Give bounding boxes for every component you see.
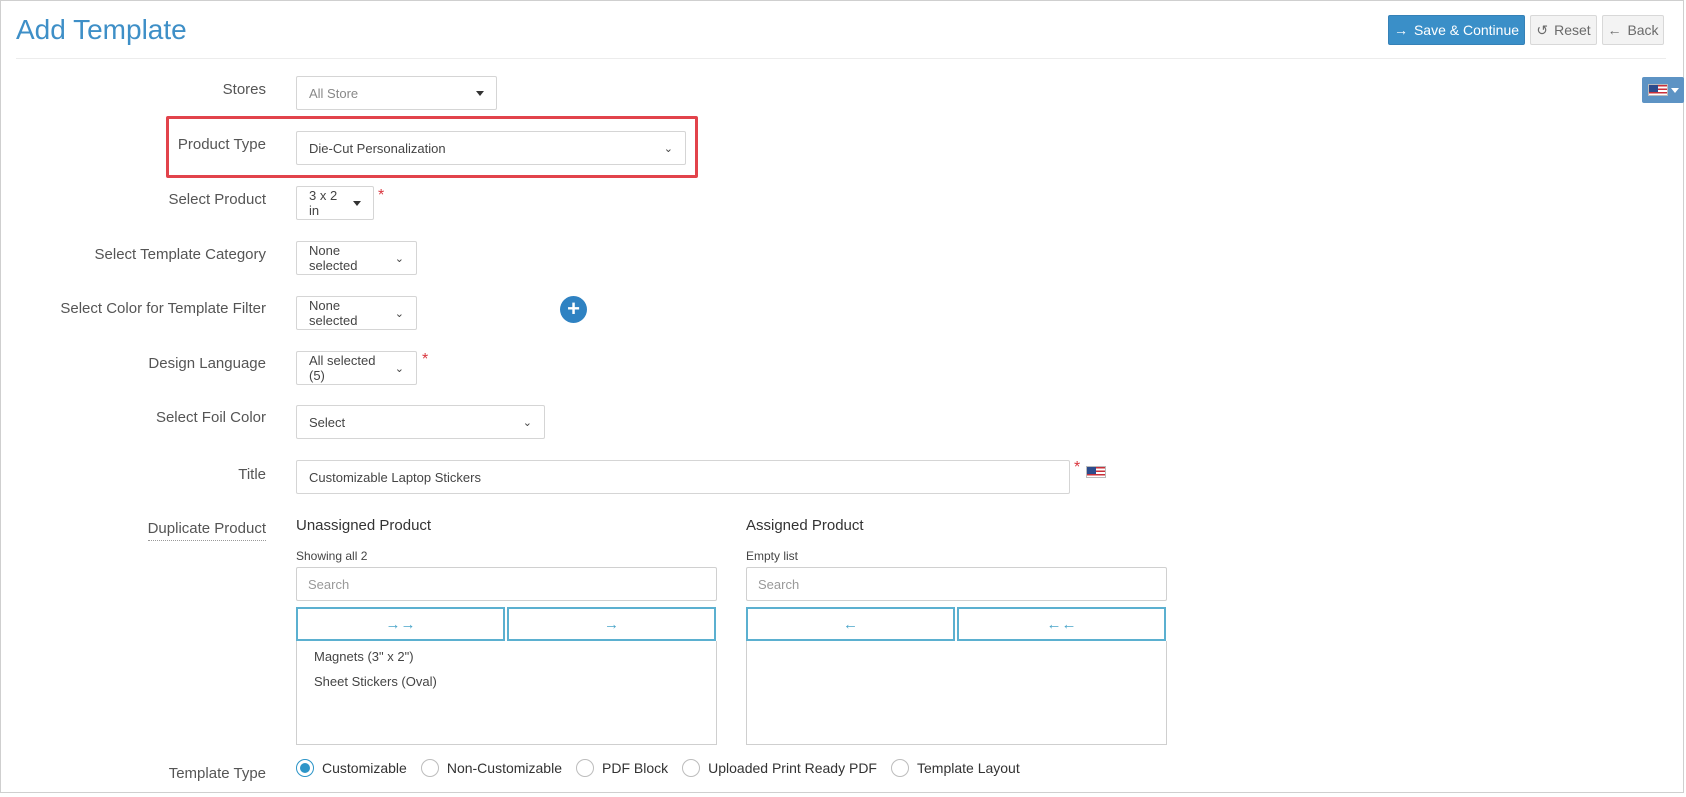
- save-continue-label: Save & Continue: [1413, 22, 1520, 38]
- arrow-left-icon: ←: [1607, 22, 1622, 38]
- template-category-label: Select Template Category: [94, 246, 266, 263]
- page-title: Add Template: [16, 14, 187, 45]
- move-all-button[interactable]: →→: [296, 607, 505, 641]
- radio-label: Template Layout: [917, 760, 1020, 776]
- assigned-info: Empty list: [746, 549, 799, 563]
- assigned-list[interactable]: [746, 641, 1167, 745]
- foil-color-value: Select: [309, 414, 346, 430]
- move-selected-button[interactable]: →: [507, 607, 716, 641]
- save-continue-button[interactable]: → Save & Continue: [1388, 15, 1525, 45]
- reset-button[interactable]: ↺ Reset: [1530, 15, 1597, 45]
- unassigned-search-input[interactable]: Search: [296, 567, 717, 601]
- product-type-select[interactable]: Die-Cut Personalization ⌄: [296, 131, 686, 165]
- reset-label: Reset: [1554, 22, 1591, 38]
- radio-unchecked-icon: [576, 759, 594, 777]
- assigned-heading: Assigned Product: [746, 517, 864, 534]
- select-product-label: Select Product: [168, 191, 266, 208]
- caret-down-icon: [476, 90, 484, 96]
- foil-color-select[interactable]: Select ⌄: [296, 405, 545, 439]
- radio-unchecked-icon: [891, 759, 909, 777]
- design-language-value: All selected (5): [309, 353, 376, 383]
- color-filter-value: None selected: [309, 298, 358, 328]
- title-input[interactable]: Customizable Laptop Stickers: [296, 460, 1070, 494]
- radio-label: PDF Block: [602, 760, 669, 776]
- radio-label: Uploaded Print Ready PDF: [708, 760, 877, 776]
- chevron-down-icon: ⌄: [394, 252, 404, 265]
- radio-customizable[interactable]: Customizable: [296, 759, 407, 777]
- add-color-plus-icon[interactable]: +: [560, 296, 587, 323]
- us-flag-icon: [1648, 84, 1668, 96]
- list-item[interactable]: Magnets (3" x 2"): [297, 641, 716, 666]
- undo-icon: ↺: [1536, 21, 1549, 38]
- list-item[interactable]: Sheet Stickers (Oval): [297, 666, 716, 691]
- radio-label: Non-Customizable: [446, 760, 562, 776]
- template-type-radio-group: Customizable Non-Customizable PDF Block …: [296, 759, 1034, 777]
- us-flag-icon: [1086, 466, 1106, 478]
- remove-all-button[interactable]: ←←: [957, 607, 1166, 641]
- product-type-value: Die-Cut Personalization: [309, 140, 446, 156]
- stores-value: All Store: [309, 85, 359, 101]
- color-filter-label: Select Color for Template Filter: [60, 300, 266, 317]
- unassigned-list[interactable]: Magnets (3" x 2") Sheet Stickers (Oval): [296, 641, 717, 745]
- chevron-down-icon: ⌄: [394, 307, 404, 320]
- required-marker: *: [1074, 459, 1081, 476]
- radio-label: Customizable: [322, 760, 407, 776]
- chevron-down-icon: ⌄: [394, 362, 404, 375]
- arrow-right-icon: →: [1393, 22, 1408, 38]
- select-product-value: 3 x 2 in: [309, 188, 338, 218]
- required-marker: *: [422, 351, 429, 368]
- caret-down-icon: [353, 200, 361, 206]
- unassigned-heading: Unassigned Product: [296, 517, 432, 534]
- design-language-multiselect[interactable]: All selected (5) ⌄: [296, 351, 417, 385]
- back-button[interactable]: ← Back: [1602, 15, 1664, 45]
- foil-color-label: Select Foil Color: [155, 409, 266, 426]
- radio-checked-icon: [296, 759, 314, 777]
- required-marker: *: [378, 187, 385, 204]
- title-input-value: Customizable Laptop Stickers: [309, 469, 481, 485]
- radio-template-layout[interactable]: Template Layout: [891, 759, 1020, 777]
- template-category-multiselect[interactable]: None selected ⌄: [296, 241, 417, 275]
- template-category-value: None selected: [309, 243, 358, 273]
- design-language-label: Design Language: [148, 355, 266, 372]
- radio-unchecked-icon: [420, 759, 439, 777]
- color-filter-multiselect[interactable]: None selected ⌄: [296, 296, 417, 330]
- radio-non-customizable[interactable]: Non-Customizable: [420, 759, 562, 777]
- title-label: Title: [238, 466, 266, 483]
- chevron-down-icon: ⌄: [522, 416, 532, 429]
- product-type-label: Product Type: [177, 136, 266, 153]
- caret-down-icon: [1671, 87, 1679, 93]
- stores-label: Stores: [222, 81, 266, 98]
- unassigned-info: Showing all 2: [296, 549, 368, 563]
- language-dropdown-button[interactable]: [1642, 77, 1684, 103]
- select-product-dropdown[interactable]: 3 x 2 in: [296, 186, 374, 220]
- template-type-label: Template Type: [168, 765, 266, 782]
- duplicate-product-label: Duplicate Product: [147, 520, 266, 541]
- radio-pdf-block[interactable]: PDF Block: [576, 759, 668, 777]
- assigned-search-input[interactable]: Search: [746, 567, 1167, 601]
- title-divider: [16, 58, 1666, 59]
- stores-select[interactable]: All Store: [296, 76, 497, 110]
- remove-selected-button[interactable]: ←: [746, 607, 955, 641]
- chevron-down-icon: ⌄: [663, 142, 673, 155]
- radio-uploaded-print-ready-pdf[interactable]: Uploaded Print Ready PDF: [682, 759, 877, 777]
- back-label: Back: [1627, 22, 1659, 38]
- radio-unchecked-icon: [682, 759, 701, 777]
